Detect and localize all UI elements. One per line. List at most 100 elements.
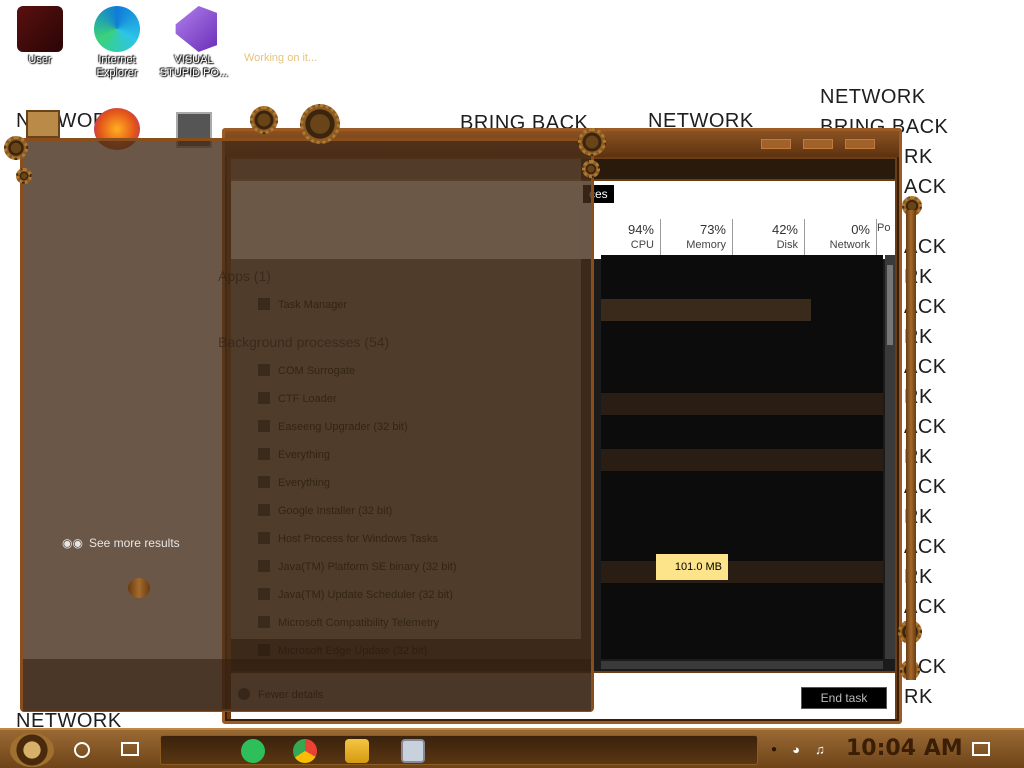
gear-ornament-icon <box>250 106 278 134</box>
list-item[interactable]: Task Manager <box>258 298 347 314</box>
process-icon <box>258 560 270 572</box>
section-heading: Apps (1) <box>218 268 271 284</box>
list-item-label: Microsoft Compatibility Telemetry <box>278 617 440 629</box>
column-name: CPU <box>630 239 654 251</box>
steampunk-ornament-icon <box>26 110 60 138</box>
list-item[interactable]: Everything <box>258 476 330 492</box>
search-icon <box>258 476 270 488</box>
desktop-icon-visual-studio[interactable]: VISUAL STUPID PO... <box>158 6 230 80</box>
list-item-label: Google Installer (32 bit) <box>278 505 393 517</box>
close-button[interactable] <box>845 139 875 149</box>
gear-ornament-icon <box>578 128 606 156</box>
start-button[interactable] <box>10 733 54 767</box>
wallpaper-word: RK <box>904 686 933 708</box>
column-header-power[interactable]: Po <box>877 219 895 259</box>
desktop-icon-user[interactable]: User <box>4 6 76 67</box>
column-name: Network <box>829 239 870 251</box>
list-item[interactable]: CTF Loader <box>258 392 337 408</box>
task-manager-icon <box>258 298 270 310</box>
taskbar-apps <box>160 735 758 765</box>
desktop-icon-label: VISUAL STUPID PO... <box>159 54 229 79</box>
column-header-network[interactable]: 0% Network <box>805 219 877 259</box>
list-item[interactable]: Java(TM) Platform SE binary (32 bit) <box>258 560 457 576</box>
section-heading: Background processes (54) <box>218 334 390 350</box>
vertical-scrollbar[interactable] <box>885 255 895 659</box>
list-item-label: Java(TM) Update Scheduler (32 bit) <box>278 589 453 601</box>
column-name: Memory <box>686 239 726 251</box>
list-item-label: Everything <box>278 477 330 489</box>
table-row[interactable] <box>601 299 811 321</box>
process-icon <box>258 644 270 656</box>
list-item[interactable]: Google Installer (32 bit) <box>258 504 392 520</box>
notification-center-icon[interactable] <box>972 742 990 756</box>
chrome-icon[interactable] <box>293 739 317 763</box>
list-item-label: Task Manager <box>278 299 348 311</box>
list-item-label: Java(TM) Platform SE binary (32 bit) <box>278 561 457 573</box>
maximize-button[interactable] <box>803 139 833 149</box>
task-manager-icon[interactable] <box>401 739 425 763</box>
process-icon <box>258 364 270 376</box>
process-icon <box>258 532 270 544</box>
user-folder-icon <box>17 6 63 52</box>
network-globe-icon[interactable]: ◕ <box>788 742 804 758</box>
chat-app-icon[interactable] <box>241 739 265 763</box>
process-icon <box>258 420 270 432</box>
search-status: Working on it... <box>244 52 318 64</box>
magnifier-ornament-icon <box>128 578 150 598</box>
volume-icon[interactable]: ♫ <box>812 742 828 758</box>
process-icon <box>258 504 270 516</box>
search-icon <box>258 448 270 460</box>
list-item-label: CTF Loader <box>278 393 337 405</box>
process-icon <box>258 588 270 600</box>
list-item-label: Host Process for Windows Tasks <box>278 533 438 545</box>
scrollbar-thumb[interactable] <box>887 265 893 345</box>
list-item[interactable]: Easeeng Upgrader (32 bit) <box>258 420 408 436</box>
list-item[interactable]: COM Surrogate <box>258 364 355 380</box>
tray-overflow-icon[interactable]: ● <box>766 742 782 758</box>
memory-value-highlight[interactable]: 101.0 MB <box>656 554 728 580</box>
wallpaper-word: RK <box>904 146 933 168</box>
column-header-disk[interactable]: 42% Disk <box>733 219 805 259</box>
fewer-details-link[interactable]: Fewer details <box>238 688 323 704</box>
column-header-cpu[interactable]: 94% CPU <box>589 219 661 259</box>
list-item[interactable]: Host Process for Windows Tasks <box>258 532 438 548</box>
column-percent: 42% <box>771 222 798 237</box>
file-explorer-icon[interactable] <box>345 739 369 763</box>
process-grid[interactable] <box>601 255 883 659</box>
end-task-button[interactable]: End task <box>801 687 887 709</box>
gear-ornament-icon <box>16 168 32 184</box>
table-row[interactable] <box>601 561 883 583</box>
see-more-label: See more results <box>88 536 180 550</box>
task-view-icon[interactable] <box>121 742 139 756</box>
desktop-icon-internet-explorer[interactable]: Internet Explorer <box>81 6 153 80</box>
list-item[interactable]: Java(TM) Update Scheduler (32 bit) <box>258 588 453 604</box>
list-item[interactable]: Everything <box>258 448 330 464</box>
gear-ornament-icon <box>582 160 600 178</box>
process-icon <box>258 616 270 628</box>
see-more-results-link[interactable]: ◉◉ See more results <box>62 536 180 550</box>
column-name: Disk <box>776 239 798 251</box>
desktop-icon-label: User <box>28 54 52 66</box>
column-name: Po <box>877 222 891 234</box>
brass-rail <box>906 210 916 680</box>
horizontal-scrollbar[interactable] <box>601 661 883 669</box>
process-icon <box>258 392 270 404</box>
list-item[interactable]: Microsoft Compatibility Telemetry <box>258 616 439 632</box>
cortana-search-icon[interactable] <box>74 742 90 758</box>
taskbar-clock[interactable]: 10:04 AM <box>846 736 963 761</box>
list-item-label: COM Surrogate <box>278 365 356 377</box>
list-item-label: Everything <box>278 449 330 461</box>
visual-studio-icon <box>175 6 217 52</box>
wallpaper-word: NETWORK <box>820 86 926 108</box>
gear-ornament-icon <box>4 136 28 160</box>
table-row[interactable] <box>601 449 883 471</box>
list-item-label: Easeeng Upgrader (32 bit) <box>278 421 408 433</box>
list-item-label: Microsoft Edge Update (32 bit) <box>278 645 428 657</box>
column-percent: 0% <box>851 222 870 237</box>
list-item[interactable]: Microsoft Edge Update (32 bit) <box>258 644 427 660</box>
table-row[interactable] <box>601 393 883 415</box>
chevron-up-icon <box>238 688 250 700</box>
minimize-button[interactable] <box>761 139 791 149</box>
column-header-memory[interactable]: 73% Memory <box>661 219 733 259</box>
desktop-icon-label: Internet Explorer <box>96 54 138 79</box>
